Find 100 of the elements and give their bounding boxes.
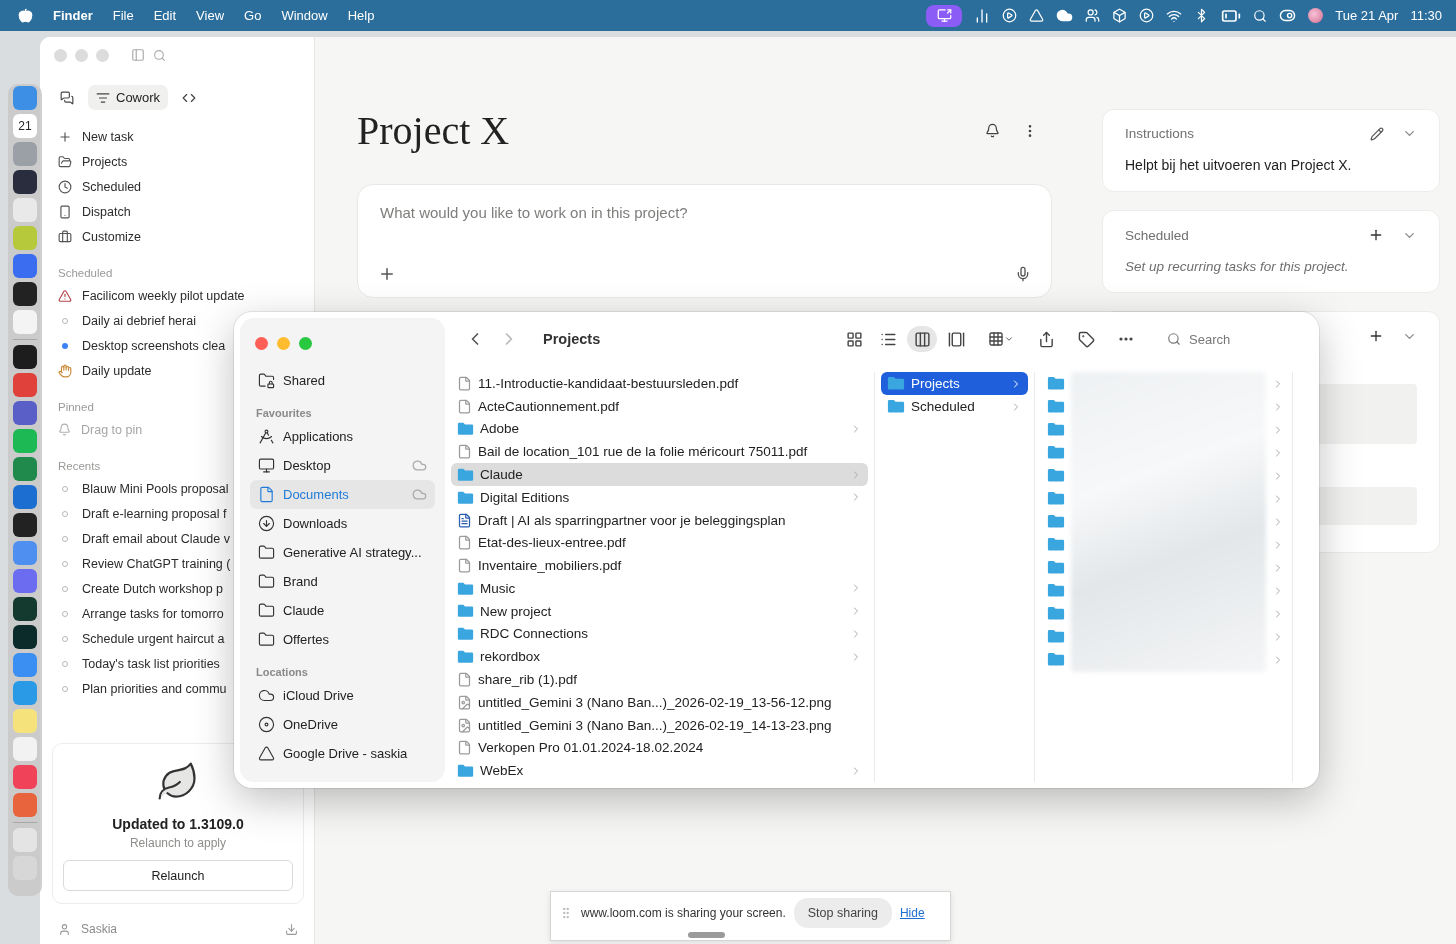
- nav-item[interactable]: Customize: [82, 229, 142, 244]
- file-row[interactable]: New project: [451, 599, 868, 623]
- mic-icon[interactable]: [1015, 266, 1031, 282]
- sidebar-item[interactable]: Applications: [250, 422, 435, 451]
- sidebar-item[interactable]: OneDrive: [250, 710, 435, 739]
- prompt-field[interactable]: What would you like to work on in this project?: [378, 203, 1031, 222]
- file-row[interactable]: Verkopen Pro 01.01.2024-18.02.2024: [451, 736, 868, 760]
- task-item[interactable]: Daily ai debrief herai: [82, 313, 196, 328]
- stop-sharing-button[interactable]: Stop sharing: [793, 898, 892, 928]
- file-row[interactable]: 11.-Introductie-kandidaat-bestuursleden.pdf: [451, 372, 868, 395]
- file-row[interactable]: Digital Editions: [451, 485, 868, 509]
- file-row[interactable]: Music: [451, 577, 868, 600]
- sidebar-toggle-icon[interactable]: [131, 48, 145, 62]
- app-icon[interactable]: [13, 345, 37, 369]
- task-item[interactable]: Desktop screenshots clea: [82, 338, 226, 353]
- search-icon[interactable]: [1253, 8, 1268, 23]
- search-field[interactable]: Search: [1187, 330, 1297, 348]
- nav-item[interactable]: New task: [82, 129, 134, 144]
- download-icon[interactable]: [285, 922, 298, 936]
- task-item[interactable]: Facilicom weekly pilot update: [82, 288, 245, 303]
- gallery-view-icon: [947, 330, 965, 348]
- relaunch-button[interactable]: Relaunch: [63, 860, 293, 891]
- play-icon[interactable]: [1139, 8, 1155, 23]
- file-row[interactable]: Inventaire_mobiliers.pdf: [451, 554, 868, 578]
- user-name[interactable]: Saskia: [81, 922, 275, 936]
- menu-item[interactable]: Edit: [153, 8, 177, 23]
- folder-icon: [1047, 514, 1065, 529]
- file-row[interactable]: share_rib (1).pdf: [451, 668, 868, 691]
- update-title: Updated to 1.3109.0: [112, 816, 244, 832]
- zoom-button[interactable]: [299, 336, 312, 350]
- sidebar-item[interactable]: Claude: [250, 596, 435, 625]
- triangle-icon: [258, 745, 275, 762]
- folder-icon: [457, 581, 474, 596]
- app-icon[interactable]: [13, 282, 37, 306]
- file-row[interactable]: Draft | AI als sparringpartner voor je beleggingsplan: [451, 508, 868, 532]
- box-icon[interactable]: [1112, 8, 1128, 23]
- sidebar-item[interactable]: Shared: [250, 366, 435, 395]
- search-icon[interactable]: [153, 48, 166, 62]
- file-row[interactable]: ActeCautionnement.pdf: [451, 394, 868, 418]
- calendar-app-icon[interactable]: 21: [13, 114, 37, 138]
- file-row[interactable]: untitled_Gemini 3 (Nano Ban...)_2026-02-19_14-13-23.png: [451, 713, 868, 737]
- sidebar-item[interactable]: Offertes: [250, 625, 435, 654]
- app-icon[interactable]: [13, 625, 37, 649]
- columns-view-button[interactable]: [907, 326, 937, 352]
- control-center-icon[interactable]: [1279, 7, 1297, 24]
- sidebar-item[interactable]: iCloud Drive: [250, 681, 435, 710]
- sidebar-item[interactable]: Downloads: [250, 509, 435, 538]
- menu-item[interactable]: Window: [281, 8, 328, 23]
- file-row[interactable]: RDC Connections: [451, 622, 868, 646]
- sidebar-item[interactable]: Brand: [250, 567, 435, 596]
- triangle-icon[interactable]: [1029, 8, 1045, 23]
- screen-share-button[interactable]: [926, 4, 963, 27]
- bell-icon[interactable]: [985, 123, 1000, 138]
- people-icon[interactable]: [1085, 8, 1101, 23]
- phone-icon: [58, 204, 72, 219]
- recent-item[interactable]: Review ChatGPT training (: [82, 556, 231, 571]
- recent-item[interactable]: Arrange tasks for tomorro: [82, 606, 224, 621]
- task-item[interactable]: Daily update: [82, 363, 152, 378]
- sidebar-item[interactable]: Generative AI strategy...: [250, 538, 435, 567]
- cloud-icon[interactable]: [1056, 7, 1074, 24]
- file-row[interactable]: Claude: [451, 463, 868, 486]
- nav-item[interactable]: Projects: [82, 154, 128, 169]
- file-row[interactable]: untitled_Gemini 3 (Nano Ban...)_2026-02-19_13-56-12.png: [451, 690, 868, 714]
- file-row[interactable]: WebEx: [451, 759, 868, 783]
- app-icon[interactable]: [13, 170, 37, 194]
- file-row[interactable]: Etat-des-lieux-entree.pdf: [451, 531, 868, 555]
- recent-item[interactable]: Blauw Mini Pools proposal: [82, 481, 229, 496]
- file-row[interactable]: Bail de location_101 rue de la folie méricourt 75011.pdf: [451, 440, 868, 464]
- avatar[interactable]: [1308, 8, 1324, 23]
- nav-item[interactable]: Scheduled: [82, 179, 142, 194]
- file-row[interactable]: Adobe: [451, 417, 868, 441]
- apple-icon[interactable]: [18, 8, 33, 23]
- menu-item[interactable]: View: [196, 8, 225, 23]
- sidebar-item[interactable]: Documents: [250, 480, 435, 509]
- plus-icon[interactable]: [1368, 328, 1384, 344]
- menu-item[interactable]: Finder: [53, 8, 93, 23]
- plus-icon[interactable]: [378, 265, 396, 283]
- app-icon[interactable]: [13, 597, 37, 621]
- sidebar-item[interactable]: Google Drive - saskia: [250, 739, 435, 768]
- nav-item[interactable]: Dispatch: [82, 204, 131, 219]
- menu-item[interactable]: Go: [244, 8, 262, 23]
- mode-tab[interactable]: Cowork: [88, 85, 169, 110]
- recent-item[interactable]: Schedule urgent haircut a: [82, 631, 225, 646]
- recent-item[interactable]: Today's task list priorities: [82, 656, 220, 671]
- close-button[interactable]: [255, 336, 268, 350]
- menu-item[interactable]: Help: [347, 8, 375, 23]
- sidebar-item[interactable]: Desktop: [250, 451, 435, 480]
- folder-row[interactable]: Scheduled: [881, 395, 1028, 418]
- recent-item[interactable]: Draft e-learning proposal f: [82, 506, 227, 521]
- plus-icon[interactable]: [1368, 227, 1384, 243]
- app-icon[interactable]: [13, 513, 37, 537]
- folder-row[interactable]: Projects: [881, 372, 1028, 395]
- drag-handle[interactable]: [688, 932, 725, 938]
- hide-link[interactable]: Hide: [899, 906, 925, 920]
- file-row[interactable]: rekordbox: [451, 645, 868, 669]
- recent-item[interactable]: Create Dutch workshop p: [82, 581, 224, 596]
- recent-item[interactable]: Draft email about Claude v: [82, 531, 230, 546]
- recent-item[interactable]: Plan priorities and commu: [82, 681, 227, 696]
- menu-item[interactable]: File: [112, 8, 134, 23]
- pencil-icon[interactable]: [1370, 126, 1384, 141]
